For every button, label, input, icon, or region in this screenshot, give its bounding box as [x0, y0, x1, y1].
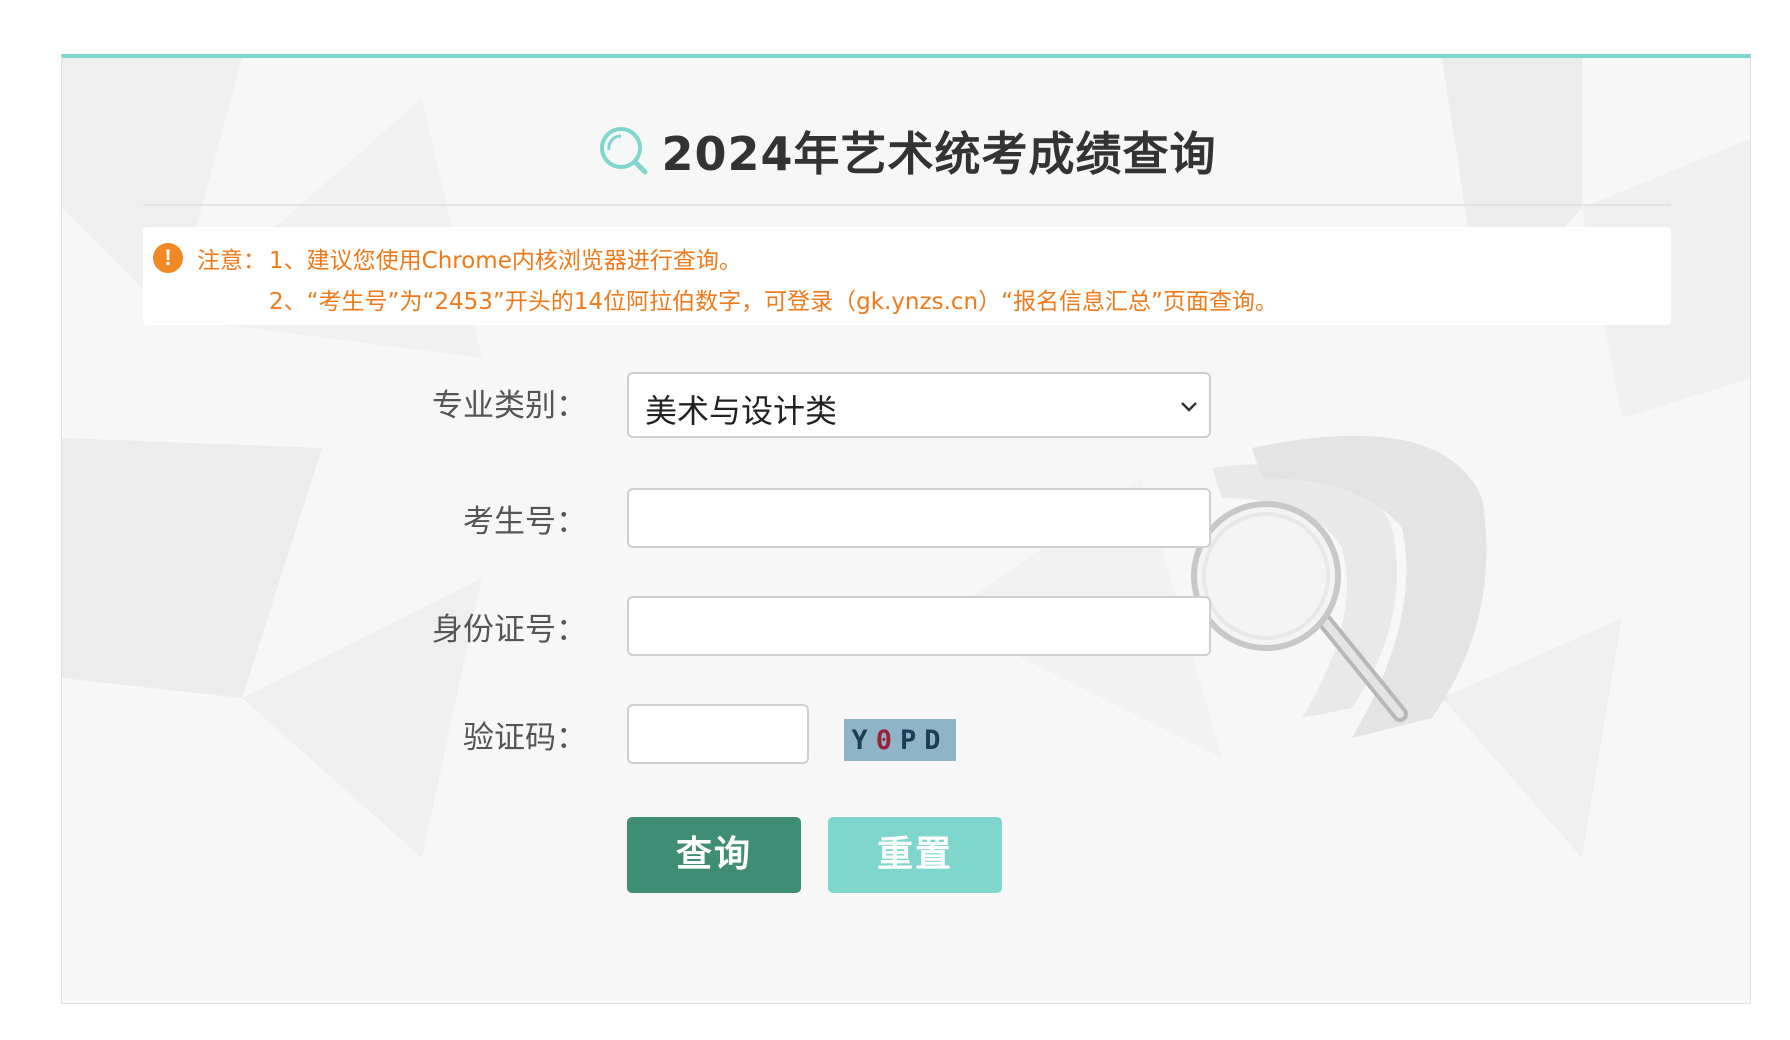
chevron-down-icon [1181, 402, 1197, 412]
magnifier-illustration [1191, 435, 1487, 738]
notice-box: ! 注意： 1、建议您使用Chrome内核浏览器进行查询。 2、“考生号”为“2… [143, 227, 1671, 325]
captcha-char: P [900, 725, 925, 756]
category-label: 专业类别： [432, 388, 587, 424]
captcha-image[interactable]: Y0PD [844, 719, 956, 761]
captcha-char: 0 [875, 725, 900, 756]
notice-label: 注意： [197, 248, 266, 274]
title-divider [143, 204, 1671, 206]
title-row: 2024年艺术统考成绩查询 [62, 116, 1750, 186]
id-number-input[interactable] [627, 596, 1211, 656]
reset-button[interactable]: 重置 [828, 817, 1002, 893]
captcha-char: D [924, 725, 949, 756]
notice-line-1: 1、建议您使用Chrome内核浏览器进行查询。 [269, 248, 742, 274]
category-select-value: 美术与设计类 [645, 392, 838, 430]
exam-number-label: 考生号： [463, 504, 587, 540]
id-number-label: 身份证号： [432, 612, 587, 648]
query-button[interactable]: 查询 [627, 817, 801, 893]
query-panel: 2024年艺术统考成绩查询 ! 注意： 1、建议您使用Chrome内核浏览器进行… [61, 54, 1751, 1004]
notice-line-2: 2、“考生号”为“2453”开头的14位阿拉伯数字，可登录（gk.ynzs.cn… [269, 289, 1278, 315]
captcha-char: Y [851, 725, 876, 756]
category-select[interactable]: 美术与设计类 [627, 372, 1211, 438]
exam-number-input[interactable] [627, 488, 1211, 548]
captcha-input[interactable] [627, 704, 809, 764]
captcha-label: 验证码： [463, 720, 587, 756]
exclamation-icon: ! [153, 243, 183, 273]
page-title: 2024年艺术统考成绩查询 [661, 127, 1217, 181]
search-icon [600, 127, 648, 175]
